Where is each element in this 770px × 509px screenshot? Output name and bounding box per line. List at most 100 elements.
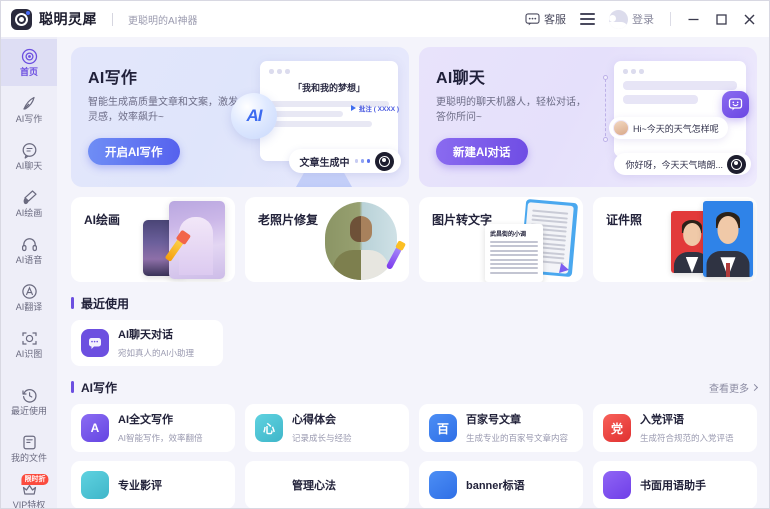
sidebar-item-ai-writing[interactable]: AI写作	[1, 86, 57, 133]
brand: 聪明灵犀 更聪明的AI神器	[11, 8, 198, 30]
chat-bubble-bot: 你好呀，今天天气晴朗...	[614, 153, 751, 175]
document-heading: 「我和我的梦想」	[292, 82, 365, 93]
sidebar-item-ai-image-recognition[interactable]: AI识图	[1, 321, 57, 368]
sidebar-item-home[interactable]: 首页	[1, 39, 57, 86]
item-icon-text: A	[90, 421, 100, 435]
new-ai-chat-button[interactable]: 新建AI对话	[436, 138, 528, 165]
section-ai-writing: AI写作 查看更多 A AI全文写作 AI智能写作，效率翻倍 心 心得体会 记录…	[71, 379, 759, 508]
banner-subtitle: 智能生成高质量文章和文案，激发灵感，效率飙升~	[88, 97, 238, 123]
old-photo-art	[311, 197, 409, 282]
chevron-right-icon	[750, 383, 759, 391]
speech-bubble-icon	[525, 12, 540, 25]
item-subtitle: AI智能写作，效率翻倍	[118, 433, 203, 443]
list-item[interactable]: A AI全文写作 AI智能写作，效率翻倍	[71, 404, 235, 452]
item-subtitle: 记录成长与经验	[292, 433, 352, 443]
item-title: 心得体会	[292, 414, 336, 426]
window-dots-icon	[623, 69, 737, 74]
id-photo-art	[659, 197, 757, 282]
app-logo-icon	[375, 151, 394, 171]
minimize-button[interactable]	[679, 5, 707, 33]
feature-card-id-photo[interactable]: 证件照	[593, 197, 757, 282]
list-item[interactable]: 专业影评	[71, 461, 235, 508]
item-texts: 心得体会 记录成长与经验	[292, 410, 399, 446]
ai-orb-text: AI	[246, 106, 263, 125]
feature-card-old-photo-restore[interactable]: 老照片修复	[245, 197, 409, 282]
item-icon-text: 党	[610, 421, 623, 436]
item-title: 管理心法	[292, 480, 336, 492]
sidebar-item-vip[interactable]: 限时折 VIP特权	[1, 472, 57, 508]
feature-card-row: AI绘画 老照片修复 图片转文字 武昌街的小调 证件照	[71, 197, 757, 282]
feature-card-ai-painting[interactable]: AI绘画	[71, 197, 235, 282]
sidebar-item-ai-chat[interactable]: AI聊天	[1, 133, 57, 180]
list-item[interactable]: 党 入党评语 生成符合规范的入党评语	[593, 404, 757, 452]
connector-node	[603, 75, 608, 80]
title-bar: 聪明灵犀 更聪明的AI神器 客服 登录	[1, 1, 769, 37]
list-item[interactable]: 管理心法	[245, 461, 409, 508]
item-texts: 书面用语助手	[640, 476, 706, 494]
login-button[interactable]: 登录	[601, 5, 662, 33]
customer-service-button[interactable]: 客服	[517, 5, 574, 33]
item-icon	[255, 471, 283, 499]
item-subtitle: 生成符合规范的入党评语	[640, 433, 734, 443]
translate-icon	[21, 283, 38, 300]
ocr-art: 武昌街的小调	[485, 197, 583, 282]
view-more-label: 查看更多	[709, 383, 749, 395]
item-icon: 心	[255, 414, 283, 442]
maximize-button[interactable]	[707, 5, 735, 33]
sidebar-item-recent[interactable]: 最近使用	[1, 378, 57, 425]
sidebar-label: AI语音	[15, 254, 43, 265]
chat-bubble-bot-text: 你好呀，今天天气晴朗...	[625, 159, 723, 170]
dashed-connector	[605, 79, 606, 141]
writing-item-row-1: A AI全文写作 AI智能写作，效率翻倍 心 心得体会 记录成长与经验 百 百家…	[71, 404, 757, 452]
banner-ai-chat[interactable]: AI聊天 更聪明的聊天机器人，轻松对话，答你所问~ 新建AI对话 Hi~今天的天…	[419, 47, 757, 187]
item-subtitle: 生成专业的百家号文章内容	[466, 433, 569, 443]
item-texts: 百家号文章 生成专业的百家号文章内容	[466, 410, 573, 446]
start-ai-writing-button[interactable]: 开启AI写作	[88, 138, 180, 165]
annotation-text: 批注 ( XXXX )	[358, 106, 399, 113]
generating-status-pill: 文章生成中	[288, 149, 401, 173]
painting-art	[137, 197, 235, 282]
writing-item-row-2: 专业影评 管理心法 banner标语 书面用语助手	[71, 461, 757, 508]
sidebar-item-ai-painting[interactable]: AI绘画	[1, 180, 57, 227]
item-texts: AI聊天对话 宛如真人的AI小助理	[118, 325, 213, 361]
banner-subtitle: 更聪明的聊天机器人，轻松对话，答你所问~	[436, 97, 586, 123]
banner-ai-writing[interactable]: AI写作 智能生成高质量文章和文案，激发灵感，效率飙升~ 开启AI写作 「我和我…	[71, 47, 409, 187]
sidebar-label: VIP特权	[12, 499, 46, 509]
brand-divider	[112, 12, 113, 26]
sidebar-item-my-files[interactable]: 我的文件	[1, 425, 57, 472]
section-recent: 最近使用 AI聊天对话 宛如真人的AI小助理	[71, 295, 757, 366]
list-item[interactable]: 百 百家号文章 生成专业的百家号文章内容	[419, 404, 583, 452]
app-window: 聪明灵犀 更聪明的AI神器 客服 登录 首页 AI写作 AI聊天 AI绘画 AI…	[0, 0, 770, 509]
smile-bubble-icon	[728, 98, 743, 111]
sidebar-label: AI写作	[15, 113, 43, 124]
headphone-icon	[21, 236, 38, 253]
list-item[interactable]: banner标语	[419, 461, 583, 508]
item-icon	[429, 471, 457, 499]
sidebar-item-ai-voice[interactable]: AI语音	[1, 227, 57, 274]
list-item[interactable]: 心 心得体会 记录成长与经验	[245, 404, 409, 452]
minimize-icon	[688, 18, 698, 20]
item-texts: 专业影评	[118, 476, 162, 494]
brush-icon	[21, 189, 38, 206]
section-header: AI写作 查看更多	[71, 379, 759, 395]
file-icon	[21, 434, 38, 451]
view-more-button[interactable]: 查看更多	[709, 380, 759, 395]
item-texts: 入党评语 生成符合规范的入党评语	[640, 410, 747, 446]
sidebar-label: AI翻译	[15, 301, 43, 312]
sidebar-item-ai-translate[interactable]: AI翻译	[1, 274, 57, 321]
item-texts: AI全文写作 AI智能写作，效率翻倍	[118, 410, 225, 446]
menu-icon[interactable]	[580, 13, 595, 25]
titlebar-actions: 客服 登录	[517, 1, 763, 37]
list-item[interactable]: AI聊天对话 宛如真人的AI小助理	[71, 320, 223, 366]
close-button[interactable]	[735, 5, 763, 33]
chat-ai-icon	[89, 338, 101, 349]
feature-card-image-to-text[interactable]: 图片转文字 武昌街的小调	[419, 197, 583, 282]
window-body: 首页 AI写作 AI聊天 AI绘画 AI语音 AI翻译 AI识图 最近使用 我的…	[1, 37, 769, 508]
login-label: 登录	[632, 14, 654, 26]
scan-image-icon	[21, 330, 38, 347]
app-slogan: 更聪明的AI神器	[128, 15, 198, 27]
sidebar: 首页 AI写作 AI聊天 AI绘画 AI语音 AI翻译 AI识图 最近使用 我的…	[1, 37, 57, 508]
banner-chat-art: Hi~今天的天气怎样呢 你好呀，今天天气晴朗...	[587, 47, 757, 187]
list-item[interactable]: 书面用语助手	[593, 461, 757, 508]
sidebar-label: AI识图	[15, 348, 43, 359]
